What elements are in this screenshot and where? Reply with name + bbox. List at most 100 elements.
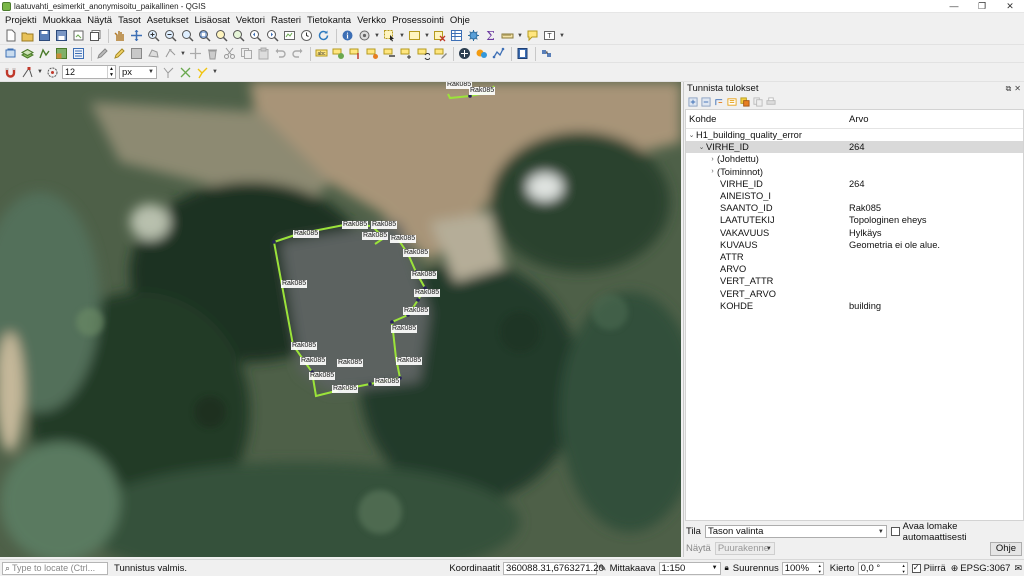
attribute-row[interactable]: SAANTO_ID Rak085	[686, 202, 1023, 214]
map-canvas[interactable]: Rak085 Rak085 Rak085 Rak085 Rak085 Rak08…	[0, 82, 681, 557]
attribute-row[interactable]: LAATUTEKIJ Topologinen eheys	[686, 214, 1023, 226]
menu-ohje[interactable]: Ohje	[448, 15, 474, 26]
topological-editing-icon[interactable]	[161, 65, 176, 80]
column-value[interactable]: Arvo	[847, 114, 869, 125]
chevron-right-icon[interactable]: ›	[708, 168, 717, 175]
pin-labels-icon[interactable]	[348, 46, 363, 61]
spin-arrows-icon[interactable]: ▲ ▼	[902, 563, 906, 575]
network-plugin-icon[interactable]	[491, 46, 506, 61]
column-feature[interactable]: Kohde	[686, 114, 847, 125]
show-hide-labels-icon[interactable]	[382, 46, 397, 61]
tracing-dropdown-icon[interactable]: ▼	[212, 69, 218, 75]
menu-tietokanta[interactable]: Tietokanta	[305, 15, 355, 26]
mode-select[interactable]: Tason valinta ▼	[704, 525, 887, 538]
group-row-derived[interactable]: › (Johdettu)	[686, 153, 1023, 165]
pan-to-selection-icon[interactable]	[129, 28, 144, 43]
chevron-right-icon[interactable]: ›	[708, 156, 717, 163]
add-raster-icon[interactable]	[54, 46, 69, 61]
actions-icon[interactable]	[357, 28, 372, 43]
help-button[interactable]: Ohje	[989, 541, 1022, 556]
menu-rasteri[interactable]: Rasteri	[269, 15, 305, 26]
save-edits-icon[interactable]	[129, 46, 144, 61]
save-as-icon[interactable]	[54, 28, 69, 43]
new-layer-icon[interactable]	[20, 46, 35, 61]
identify-features-icon[interactable]: i	[340, 28, 355, 43]
spin-arrows-icon[interactable]: ▲ ▼	[818, 563, 822, 575]
attribute-row[interactable]: KOHDE building	[686, 300, 1023, 312]
snapping-tolerance-spinbox[interactable]: 12 ▲ ▼	[62, 65, 116, 79]
crs-button[interactable]: ⊕ EPSG:3067	[951, 563, 1011, 574]
attribute-row[interactable]: AINEISTO_I	[686, 190, 1023, 202]
zoom-to-selection-icon[interactable]	[214, 28, 229, 43]
zoom-next-icon[interactable]	[265, 28, 280, 43]
locator-search[interactable]: ⌕ Type to locate (Ctrl...	[2, 561, 108, 575]
database-plugin-icon[interactable]	[539, 46, 554, 61]
layer-labeling-icon[interactable]	[331, 46, 346, 61]
vertex-dropdown-icon[interactable]: ▼	[180, 51, 186, 57]
add-feature-icon[interactable]	[146, 46, 161, 61]
zoom-out-icon[interactable]	[163, 28, 178, 43]
float-panel-icon[interactable]: ⧉	[1006, 84, 1012, 94]
attribute-row[interactable]: VIRHE_ID 264	[686, 178, 1023, 190]
map-tips-icon[interactable]	[525, 28, 540, 43]
delete-selected-icon[interactable]	[205, 46, 220, 61]
menu-muokkaa[interactable]: Muokkaa	[41, 15, 86, 26]
checkbox-icon[interactable]	[890, 527, 900, 536]
zoom-in-icon[interactable]	[146, 28, 161, 43]
quality-check-icon[interactable]	[515, 46, 530, 61]
attribute-row[interactable]: VERT_ARVO	[686, 287, 1023, 299]
pan-icon[interactable]	[112, 28, 127, 43]
feature-row[interactable]: ⌄ VIRHE_ID 264	[686, 141, 1023, 154]
menu-tasot[interactable]: Tasot	[116, 15, 145, 26]
toolbox-icon[interactable]	[466, 28, 481, 43]
text-annotation-icon[interactable]: T	[542, 28, 557, 43]
chevron-down-icon[interactable]: ⌄	[697, 143, 706, 151]
select-by-expression-icon[interactable]	[407, 28, 422, 43]
new-project-icon[interactable]	[3, 28, 18, 43]
select-dropdown-icon[interactable]: ▼	[399, 33, 405, 39]
measure-dropdown-icon[interactable]: ▼	[517, 33, 523, 39]
rotate-label-icon[interactable]	[416, 46, 431, 61]
zoom-native-icon[interactable]	[180, 28, 195, 43]
menu-projekti[interactable]: Projekti	[3, 15, 41, 26]
snapping-tolerance-icon[interactable]	[45, 65, 60, 80]
measure-icon[interactable]	[500, 28, 515, 43]
checkmark-icon[interactable]: ✓	[911, 563, 921, 573]
menu-prosessointi[interactable]: Prosessointi	[390, 15, 448, 26]
refresh-icon[interactable]	[316, 28, 331, 43]
rotation-spinbox[interactable]: 0,0 ° ▲ ▼	[857, 561, 908, 575]
auto-open-checkbox[interactable]: Avaa lomake automaattisesti	[890, 521, 1024, 543]
minimize-button[interactable]: —	[940, 0, 968, 13]
render-checkbox[interactable]: ✓ Piirrä	[911, 563, 946, 574]
menu-verkko[interactable]: Verkko	[355, 15, 390, 26]
add-delimited-text-icon[interactable]	[71, 46, 86, 61]
select-feature-icon[interactable]	[739, 96, 750, 107]
copy-features-icon[interactable]	[239, 46, 254, 61]
attribute-row[interactable]: VAKAVUUS Hylkäys	[686, 227, 1023, 239]
print-results-icon[interactable]	[765, 96, 776, 107]
vertex-tool-icon[interactable]	[163, 46, 178, 61]
menu-nayta[interactable]: Näytä	[85, 15, 116, 26]
snapping-toggle-icon[interactable]	[3, 65, 18, 80]
layout-manager-icon[interactable]	[88, 28, 103, 43]
cut-features-icon[interactable]	[222, 46, 237, 61]
undo-icon[interactable]	[273, 46, 288, 61]
snapping-type-dropdown-icon[interactable]: ▼	[37, 69, 43, 75]
add-vector-icon[interactable]	[37, 46, 52, 61]
move-feature-icon[interactable]	[188, 46, 203, 61]
annotation-dropdown-icon[interactable]: ▼	[559, 33, 565, 39]
expand-new-icon[interactable]	[713, 96, 724, 107]
move-label-icon[interactable]	[399, 46, 414, 61]
layer-row[interactable]: ⌄ H1_building_quality_error	[686, 129, 1023, 141]
zoom-to-layer-icon[interactable]	[231, 28, 246, 43]
lock-scale-icon[interactable]: 🔒︎	[725, 563, 729, 573]
label-toolbar-icon[interactable]: abc	[314, 46, 329, 61]
new-map-view-icon[interactable]	[282, 28, 297, 43]
select-expression-dropdown-icon[interactable]: ▼	[424, 33, 430, 39]
coordinate-field[interactable]: 360088.31,6763271.20	[503, 561, 604, 575]
save-project-icon[interactable]	[37, 28, 52, 43]
data-source-manager-icon[interactable]	[3, 46, 18, 61]
expand-all-icon[interactable]	[687, 96, 698, 107]
temporal-controller-icon[interactable]	[299, 28, 314, 43]
collapse-all-icon[interactable]	[700, 96, 711, 107]
